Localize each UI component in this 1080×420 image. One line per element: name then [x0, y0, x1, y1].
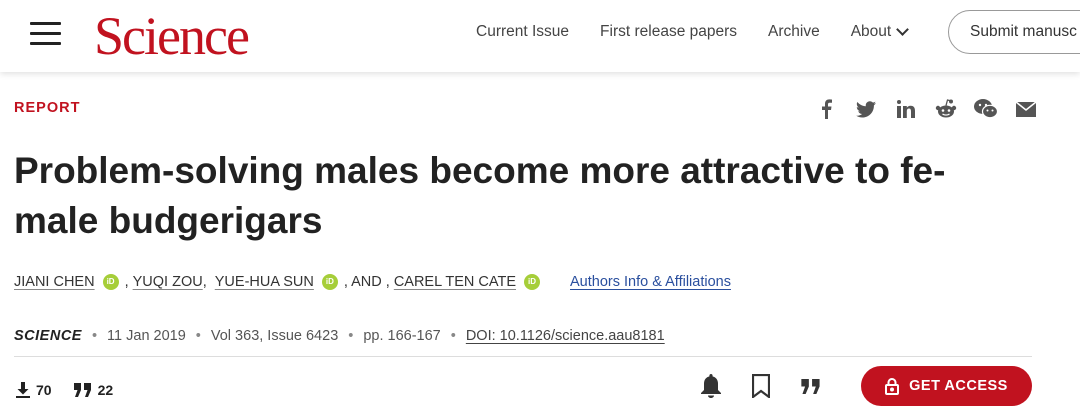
orcid-icon[interactable]: iD: [524, 274, 541, 290]
wechat-icon[interactable]: [966, 96, 1006, 122]
nav-about[interactable]: About: [850, 22, 910, 42]
nav-archive[interactable]: Archive: [768, 22, 820, 42]
author-link[interactable]: YUE-HUA SUN: [215, 274, 314, 290]
reddit-icon[interactable]: [926, 96, 966, 122]
main-nav: Current Issue First release papers Archi…: [476, 22, 938, 42]
journal-name[interactable]: SCIENCE: [14, 328, 82, 344]
article-tools: [694, 371, 844, 401]
orcid-icon[interactable]: iD: [321, 274, 338, 290]
meta-separator: •: [348, 328, 354, 344]
article-type: REPORT: [14, 100, 81, 116]
quote-icon[interactable]: [794, 371, 828, 401]
doi-link[interactable]: DOI: 10.1126/science.aau8181: [466, 328, 665, 344]
share-bar: [806, 96, 1046, 122]
citation-icon: [73, 383, 91, 397]
downloads-metric[interactable]: 70: [16, 382, 52, 398]
page-range: pp. 166-167: [363, 328, 441, 344]
meta-separator: •: [91, 328, 98, 344]
twitter-icon[interactable]: [846, 96, 886, 122]
bookmark-icon[interactable]: [744, 371, 778, 401]
author-separator: ,: [202, 274, 211, 290]
download-icon: [16, 382, 30, 398]
volume-issue[interactable]: Vol 363, Issue 6423: [211, 328, 338, 344]
author-link[interactable]: JIANI CHEN: [14, 274, 95, 290]
article-title: Problem-solving males become more attrac…: [14, 150, 946, 241]
divider: [14, 356, 1032, 357]
publish-date: 11 Jan 2019: [107, 328, 186, 344]
author-list: JIANI CHEN iD , YUQI ZOU , YUE-HUA SUN i…: [14, 274, 731, 290]
get-access-label: GET ACCESS: [909, 378, 1008, 394]
nav-current-issue[interactable]: Current Issue: [476, 22, 569, 42]
get-access-button[interactable]: GET ACCESS: [861, 366, 1032, 406]
citations-count: 22: [97, 382, 114, 398]
meta-separator: •: [450, 328, 456, 344]
citation-meta: SCIENCE • 11 Jan 2019 • Vol 363, Issue 6…: [14, 328, 665, 344]
linkedin-icon[interactable]: [886, 96, 926, 122]
meta-separator: •: [195, 328, 201, 344]
authors-affiliations-link[interactable]: Authors Info & Affiliations: [570, 274, 731, 290]
email-icon[interactable]: [1006, 96, 1046, 122]
bell-icon[interactable]: [694, 371, 728, 401]
author-separator: ,: [124, 274, 129, 290]
submit-manuscript-button[interactable]: Submit manusc: [948, 10, 1080, 54]
facebook-icon[interactable]: [806, 96, 846, 122]
downloads-count: 70: [36, 382, 52, 398]
nav-first-release[interactable]: First release papers: [600, 22, 737, 42]
author-and: , AND ,: [343, 274, 390, 290]
author-link[interactable]: YUQI ZOU: [133, 274, 203, 290]
citations-metric[interactable]: 22: [73, 382, 114, 398]
menu-icon[interactable]: [30, 22, 61, 45]
site-header: Science Current Issue First release pape…: [0, 0, 1080, 72]
author-link[interactable]: CAREL TEN CATE: [394, 274, 516, 290]
lock-icon: [885, 377, 900, 395]
science-logo[interactable]: Science: [94, 4, 250, 68]
orcid-icon[interactable]: iD: [102, 274, 119, 290]
chevron-down-icon: [896, 23, 910, 36]
nav-about-label: About: [850, 23, 892, 40]
article-metrics: 70 22: [16, 382, 135, 398]
